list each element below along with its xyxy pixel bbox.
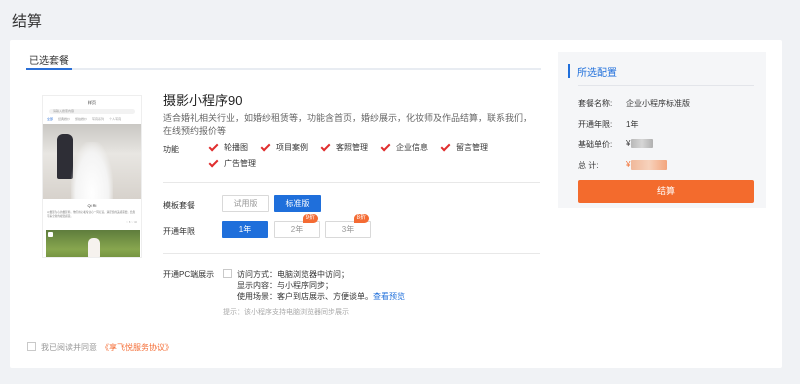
duration-option-label: 3年 bbox=[341, 225, 355, 234]
config-total-value: ¥ bbox=[626, 160, 668, 170]
template-preview-image: 样页 请输入搜索内容 全部 经典婚纱 旅拍婚纱 写真系列 个人写真 Qi Ri … bbox=[42, 95, 142, 258]
config-total-row: 总 计: ¥ bbox=[578, 160, 668, 171]
photo-icon bbox=[48, 232, 53, 237]
preview-tab: 旅拍婚纱 bbox=[75, 117, 88, 121]
divider bbox=[163, 182, 540, 183]
config-package-label: 套餐名称: bbox=[578, 99, 613, 108]
preview-tab: 经典婚纱 bbox=[58, 117, 71, 121]
preview-tabs: 全部 经典婚纱 旅拍婚纱 写真系列 个人写真 bbox=[47, 117, 137, 121]
preview-text: 以摄影为心的摄影师，他们用心和专业心一同打造，满足您的美感需要，给您带来全新的视… bbox=[47, 211, 136, 218]
page-title: 结算 bbox=[12, 13, 43, 30]
features-list: 轮播图 项目案例 客照管理 企业信息 留言管理 广告管理 bbox=[208, 141, 539, 169]
feature-label: 项目案例 bbox=[276, 143, 308, 152]
config-years-row: 开通年限: 1年 bbox=[578, 119, 638, 130]
currency-symbol: ¥ bbox=[626, 160, 631, 170]
pc-display-info: 访问方式：电脑浏览器中访问； 显示内容：与小程序同步； 使用场景：客户到店展示、… bbox=[237, 269, 405, 302]
preview-footer: ♡ 8 ♡ 32 bbox=[125, 221, 137, 224]
preview-name: Qi Ri bbox=[87, 203, 97, 208]
check-icon bbox=[440, 141, 451, 151]
terms-link[interactable]: 《享飞悦服务协议》 bbox=[101, 343, 173, 352]
config-title: 所选配置 bbox=[577, 68, 617, 79]
tab-bar: 已选套餐 bbox=[26, 48, 541, 70]
pc-display-checkbox[interactable] bbox=[223, 269, 232, 278]
agreement-label: 我已阅读并同意 bbox=[41, 343, 97, 352]
discount-badge: 8折 bbox=[353, 214, 369, 223]
product-title: 摄影小程序90 bbox=[163, 93, 243, 108]
duration-label: 开通年限 bbox=[163, 227, 195, 236]
config-title-bar bbox=[568, 64, 570, 78]
preview-hero-photo bbox=[43, 124, 141, 199]
girl-figure bbox=[88, 238, 100, 257]
feature-item: 客照管理 bbox=[320, 141, 368, 153]
feature-item: 广告管理 bbox=[208, 157, 256, 169]
check-icon bbox=[260, 141, 271, 151]
config-package-row: 套餐名称: 企业小程序标准版 bbox=[578, 98, 690, 109]
pc-access-line: 访问方式：电脑浏览器中访问； bbox=[237, 270, 349, 279]
config-package-value: 企业小程序标准版 bbox=[626, 99, 690, 108]
config-price-label: 基础单价: bbox=[578, 140, 613, 149]
redacted-total bbox=[631, 160, 668, 170]
product-description: 适合婚礼相关行业，如婚纱租赁等，功能含首页，婚纱展示，化妆师及作品结算，联系我们… bbox=[163, 113, 533, 136]
duration-option-label: 2年 bbox=[290, 225, 304, 234]
duration-option-1y[interactable]: 1年 bbox=[222, 221, 268, 238]
view-preview-link[interactable]: 查看预览 bbox=[373, 292, 405, 301]
feature-label: 广告管理 bbox=[224, 159, 256, 168]
check-icon bbox=[208, 157, 219, 167]
package-option-trial[interactable]: 试用版 bbox=[222, 195, 269, 212]
config-years-value: 1年 bbox=[626, 120, 639, 129]
bride-figure bbox=[71, 142, 113, 199]
redacted-price bbox=[631, 139, 654, 149]
pc-content-line: 显示内容：与小程序同步； bbox=[237, 281, 333, 290]
package-label: 模板套餐 bbox=[163, 201, 195, 210]
config-divider bbox=[578, 85, 754, 86]
checkout-card: 已选套餐 样页 请输入搜索内容 全部 经典婚纱 旅拍婚纱 写真系列 个人写真 Q… bbox=[10, 40, 782, 368]
feature-item: 留言管理 bbox=[440, 141, 488, 153]
divider bbox=[163, 253, 540, 254]
features-label: 功能 bbox=[163, 145, 179, 154]
duration-option-3y[interactable]: 3年 8折 bbox=[325, 214, 371, 238]
config-total-label: 总 计: bbox=[578, 161, 599, 170]
preview-tab: 个人写真 bbox=[109, 117, 122, 121]
feature-item: 项目案例 bbox=[260, 141, 308, 153]
preview-thumbnail-photo bbox=[46, 230, 140, 257]
checkout-button[interactable]: 结算 bbox=[578, 180, 754, 203]
pc-usage-text: 使用场景：客户到店展示、方便谈单。 bbox=[237, 292, 373, 301]
feature-item: 轮播图 bbox=[208, 141, 248, 153]
preview-search: 请输入搜索内容 bbox=[49, 109, 135, 114]
feature-label: 轮播图 bbox=[224, 143, 248, 152]
preview-title: 样页 bbox=[88, 100, 96, 105]
tab-selected-package[interactable]: 已选套餐 bbox=[26, 48, 72, 70]
config-price-row: 基础单价: ¥ bbox=[578, 139, 654, 150]
preview-tab: 写真系列 bbox=[92, 117, 105, 121]
feature-label: 企业信息 bbox=[396, 143, 428, 152]
check-icon bbox=[208, 141, 219, 151]
agreement-text: 我已阅读并同意 《享飞悦服务协议》 bbox=[41, 342, 173, 353]
config-panel: 所选配置 套餐名称: 企业小程序标准版 开通年限: 1年 基础单价: ¥ 总 计… bbox=[558, 52, 766, 208]
duration-option-2y[interactable]: 2年 9折 bbox=[274, 214, 320, 238]
config-price-value: ¥ bbox=[626, 139, 654, 149]
feature-label: 客照管理 bbox=[336, 143, 368, 152]
pc-display-hint: 提示：该小程序支持电脑浏览器同步展示 bbox=[223, 309, 349, 316]
agreement-checkbox[interactable] bbox=[27, 342, 36, 351]
check-icon bbox=[320, 141, 331, 151]
config-years-label: 开通年限: bbox=[578, 120, 613, 129]
feature-item: 企业信息 bbox=[380, 141, 428, 153]
check-icon bbox=[380, 141, 391, 151]
package-option-standard[interactable]: 标准版 bbox=[274, 195, 321, 212]
pc-usage-line: 使用场景：客户到店展示、方便谈单。查看预览 bbox=[237, 291, 405, 302]
preview-tab: 全部 bbox=[47, 117, 54, 121]
currency-symbol: ¥ bbox=[626, 139, 631, 148]
duration-option-label: 1年 bbox=[238, 225, 252, 234]
pc-display-label: 开通PC端展示 bbox=[163, 270, 215, 279]
discount-badge: 9折 bbox=[302, 214, 318, 223]
feature-label: 留言管理 bbox=[456, 143, 488, 152]
